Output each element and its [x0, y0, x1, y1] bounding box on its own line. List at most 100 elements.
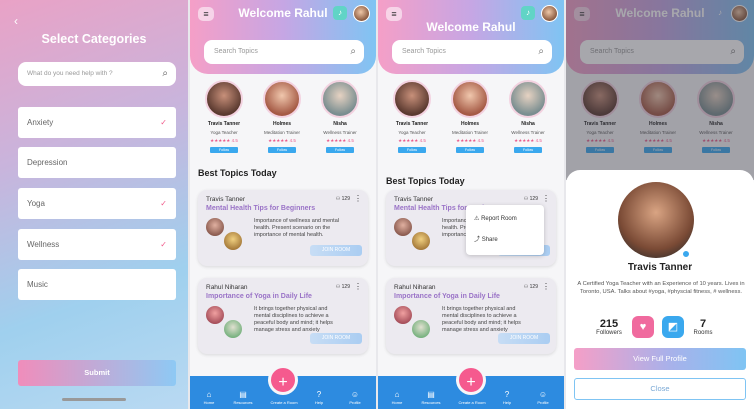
topic-author: Rahul Niharan [206, 284, 248, 291]
profile-sheet-screen: ≡ Welcome Rahul ♪ Search Topics ⌕ Travis … [566, 0, 754, 409]
topic-count-value: 129 [341, 196, 350, 202]
bell-icon[interactable]: ♪ [521, 6, 535, 20]
trainer-card[interactable]: Holmes Meditation Trainer ★★★★★ 4.5 Foll… [442, 80, 498, 153]
trainer-photo [393, 80, 431, 118]
trainer-role: Yoga Teacher [210, 130, 238, 135]
category-yoga[interactable]: Yoga ✓ [18, 188, 176, 219]
join-room-button[interactable]: JOIN ROOM [310, 333, 362, 344]
share-item[interactable]: ⤴ Share [474, 234, 498, 243]
avatar [412, 232, 430, 250]
avatar [224, 320, 242, 338]
trainer-card[interactable]: Travis Tanner Yoga Teacher ★★★★★ 4.5 Fol… [196, 80, 252, 153]
search-icon[interactable]: ⌕ [350, 40, 356, 64]
trainer-card[interactable]: Travis Tanner Yoga Teacher ★★★★★ 4.5 Fol… [384, 80, 440, 153]
avatar[interactable] [353, 5, 370, 22]
tab-label: Create a Room [458, 400, 486, 405]
search-icon[interactable]: ⌕ [538, 40, 544, 64]
topic-card[interactable]: Rahul Niharan ⚇ 129 ⋮ Importance of Yoga… [386, 278, 556, 354]
dim-overlay[interactable] [566, 0, 754, 180]
trainer-card[interactable]: Nisha Wellness Trainer ★★★★★ 4.5 Follow [312, 80, 368, 153]
join-room-button[interactable]: JOIN ROOM [498, 333, 550, 344]
categories-screen: ‹ Select Categories What do you need hel… [0, 0, 188, 409]
bell-icon[interactable]: ♪ [333, 6, 347, 20]
search-input[interactable]: What do you need help with ? ⌕ [18, 62, 176, 86]
topic-count: ⚇ 129 [523, 284, 538, 290]
tab-profile[interactable]: ☺ Profile [530, 390, 556, 405]
tab-resources[interactable]: ▤ Resources [230, 390, 256, 405]
trainers-row: Travis Tanner Yoga Teacher ★★★★★ 4.5 Fol… [384, 80, 564, 160]
avatar [394, 306, 412, 324]
trainer-name: Holmes [272, 121, 292, 127]
tab-resources[interactable]: ▤ Resources [418, 390, 444, 405]
topic-author: Travis Tanner [394, 196, 434, 203]
topic-description: Importance of wellness and mental health… [254, 218, 339, 238]
menu-icon[interactable]: ≡ [386, 7, 402, 21]
search-icon[interactable]: ⌕ [162, 62, 168, 86]
help-icon: ? [504, 390, 510, 399]
back-arrow-icon[interactable]: ‹ [14, 14, 18, 28]
tab-home[interactable]: ⌂ Home [384, 390, 410, 405]
profile-bio: A Certified Yoga Teacher with an Experie… [577, 281, 745, 295]
verified-icon [682, 250, 690, 258]
category-label: Anxiety [27, 118, 54, 127]
book-icon: ▤ [239, 390, 247, 399]
tab-label: Home [203, 400, 215, 405]
follow-button[interactable]: Follow [268, 147, 296, 153]
search-input[interactable]: Search Topics ⌕ [392, 40, 552, 64]
followers-stat: 215 Followers [592, 318, 626, 336]
more-icon[interactable]: ⋮ [542, 282, 550, 291]
more-icon[interactable]: ⋮ [354, 194, 362, 203]
tab-help[interactable]: ? Help [494, 390, 520, 405]
trainer-name: Nisha [333, 121, 347, 127]
report-room-item[interactable]: ⚠ Report Room [474, 215, 517, 222]
trainer-rating: ★★★★★ 4.5 [514, 138, 542, 143]
search-input[interactable]: Search Topics ⌕ [204, 40, 364, 64]
topic-author: Rahul Niharan [394, 284, 436, 291]
check-icon: ✓ [160, 199, 167, 208]
submit-button[interactable]: Submit [18, 360, 176, 386]
follow-button[interactable]: Follow [456, 147, 484, 153]
follow-button[interactable]: Follow [326, 147, 354, 153]
topic-count: ⚇ 129 [335, 196, 350, 202]
topic-card[interactable]: Rahul Niharan ⚇ 129 ⋮ Importance of Yoga… [198, 278, 368, 354]
category-label: Music [27, 280, 48, 289]
trainer-card[interactable]: Holmes Meditation Trainer ★★★★★ 4.5 Foll… [254, 80, 310, 153]
create-room-button[interactable]: + [456, 365, 486, 395]
topic-count-value: 129 [341, 284, 350, 290]
tab-create-room[interactable]: Create a Room [266, 400, 302, 405]
more-icon[interactable]: ⋮ [542, 194, 550, 203]
trainer-photo [263, 80, 301, 118]
check-icon: ✓ [160, 240, 167, 249]
tab-create-room[interactable]: Create a Room [454, 400, 490, 405]
view-full-profile-button[interactable]: View Full Profile [574, 348, 746, 370]
topic-count: ⚇ 129 [523, 196, 538, 202]
menu-item-label: Report Room [481, 216, 517, 222]
menu-icon[interactable]: ≡ [198, 7, 214, 21]
heart-icon[interactable]: ♥ [632, 316, 654, 338]
close-button[interactable]: Close [574, 378, 746, 400]
avatar[interactable] [541, 5, 558, 22]
follow-button[interactable]: Follow [398, 147, 426, 153]
category-wellness[interactable]: Wellness ✓ [18, 229, 176, 260]
category-anxiety[interactable]: Anxiety ✓ [18, 107, 176, 138]
more-icon[interactable]: ⋮ [354, 282, 362, 291]
topic-title: Importance of Yoga in Daily Life [206, 293, 312, 300]
message-icon[interactable]: ◩ [662, 316, 684, 338]
home-indicator [62, 398, 126, 401]
trainer-card[interactable]: Nisha Wellness Trainer ★★★★★ 4.5 Follow [500, 80, 556, 153]
topic-card[interactable]: Travis Tanner ⚇ 129 ⋮ Mental Health Tips… [198, 190, 368, 266]
search-placeholder: Search Topics [214, 48, 258, 55]
tab-profile[interactable]: ☺ Profile [342, 390, 368, 405]
create-room-button[interactable]: + [268, 365, 298, 395]
trainer-name: Holmes [460, 121, 480, 127]
trainer-rating: ★★★★★ 4.5 [398, 138, 426, 143]
category-depression[interactable]: Depression [18, 147, 176, 178]
tab-help[interactable]: ? Help [306, 390, 332, 405]
join-room-button[interactable]: JOIN ROOM [310, 245, 362, 256]
follow-button[interactable]: Follow [210, 147, 238, 153]
category-music[interactable]: Music [18, 269, 176, 300]
followers-label: Followers [596, 330, 622, 336]
trainer-role: Meditation Trainer [263, 130, 301, 135]
tab-home[interactable]: ⌂ Home [196, 390, 222, 405]
follow-button[interactable]: Follow [514, 147, 542, 153]
